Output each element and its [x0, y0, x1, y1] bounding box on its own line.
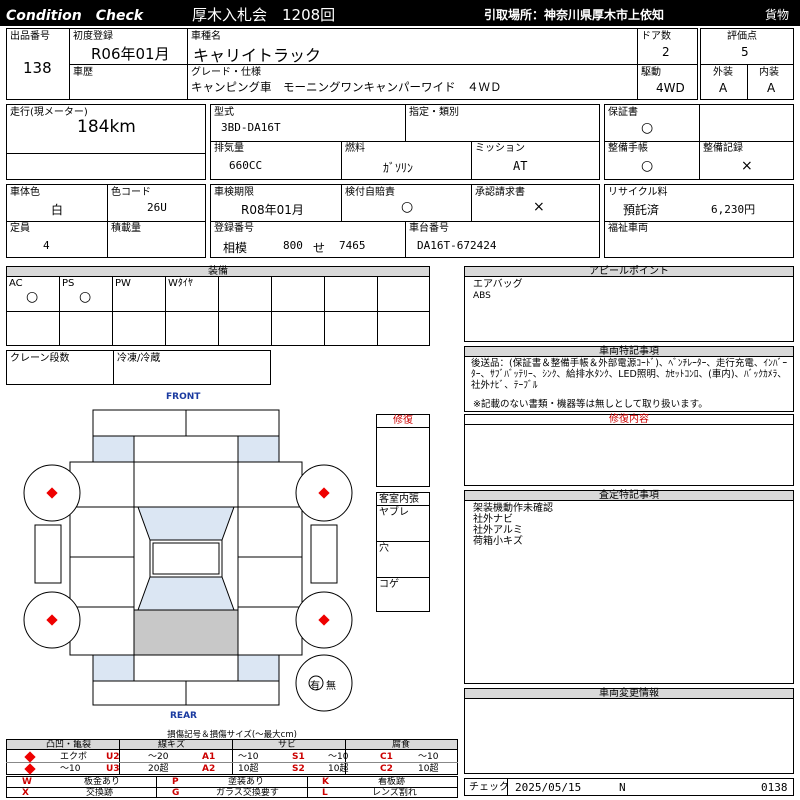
legend-g-text: ガラス交換要す: [216, 788, 279, 798]
legend-k-text: 看板跡: [378, 777, 406, 787]
changes-box: [464, 698, 794, 774]
recycle-label: リサイクル料: [608, 187, 668, 198]
legend-x-text: 交換跡: [86, 788, 114, 798]
legend-c2: C2: [380, 764, 393, 774]
doors-label: ドア数: [641, 31, 671, 42]
legend-group-dent: 凸凹・亀裂: [46, 740, 92, 750]
legend-title: 損傷記号＆損傷サイズ(〜最大cm): [167, 730, 297, 740]
legend-s2: S2: [292, 764, 305, 774]
recycle-box: リサイクル料 預託済 6,230円 福祉車両: [604, 184, 794, 258]
remarks-note: ※記載のない書類・機器等は無しとして取り扱います。: [473, 399, 708, 410]
legend-u2-size: 〜20: [148, 752, 169, 762]
legend-c2-size: 10超: [418, 764, 439, 774]
transmission-label: ミッション: [475, 143, 525, 154]
legend-s2-size: 10超: [328, 764, 349, 774]
score-box: 評価点 5 外装 A 内装 A: [700, 28, 794, 100]
damage-legend: 損傷記号＆損傷サイズ(〜最大cm) 凸凹・亀裂 線キズ サビ 腐食 エクボ U2…: [6, 728, 458, 798]
service-label: 整備記録: [703, 143, 743, 154]
legend-s1: S1: [292, 752, 305, 762]
spare-present: 有: [310, 681, 320, 692]
legend-l-text: レンズ割れ: [372, 788, 417, 798]
legend-g: G: [172, 788, 180, 798]
vehicle-category: 貨物: [765, 8, 790, 22]
exterior-label: 外装: [713, 67, 733, 78]
appeal-line-2: ABS: [473, 291, 491, 301]
legend-s1-size: 〜10: [328, 752, 349, 762]
interior-grade: A: [767, 81, 776, 95]
manual-label: 整備手帳: [608, 143, 648, 154]
welfare-label: 福祉車両: [608, 223, 648, 234]
drive-label: 駆動: [641, 67, 661, 78]
legend-c1: C1: [380, 752, 393, 762]
car-diagram: [23, 409, 353, 712]
legend-a2-size: 10超: [238, 764, 259, 774]
warranty-value: ○: [641, 120, 654, 136]
legend-l: L: [322, 788, 328, 798]
interior-label: 内装: [759, 67, 779, 78]
legend-w: W: [22, 777, 32, 787]
legend-a1-size: 〜10: [238, 752, 259, 762]
remarks-box: 後送品：(保証書＆整備手帳＆外部電源ｺｰﾄﾞ)、ﾍﾞﾝﾁﾚｰﾀｰ、走行充電、ｲﾝ…: [464, 356, 794, 412]
legend-k: K: [322, 777, 329, 787]
exterior-grade: A: [719, 81, 728, 95]
legend-c1-size: 〜10: [418, 752, 439, 762]
legend-dimple: エクボ: [60, 752, 88, 762]
legend-u1-size: 〜10: [60, 764, 81, 774]
legend-p-text: 塗装あり: [228, 777, 265, 787]
assessment-line-4: 荷箱小キズ: [473, 536, 523, 547]
legend-w-text: 板金あり: [84, 777, 121, 787]
appeal-line-1: エアバッグ: [473, 279, 523, 290]
check-footer: チェック 2025/05/15 N 0138: [464, 778, 794, 796]
legend-u3-size: 20超: [148, 764, 169, 774]
legend-p: P: [172, 777, 179, 787]
drive-value: 4WD: [656, 81, 685, 95]
assessment-line-3: 社外アルミ: [473, 525, 523, 536]
assessment-line-2: 社外ナビ: [473, 514, 513, 525]
legend-group-scratch: 線キズ: [158, 740, 186, 750]
legend-a2: A2: [202, 764, 216, 774]
transmission-value: AT: [513, 159, 528, 173]
transfer-label: 承認請求書: [475, 187, 525, 198]
doors-drive-box: ドア数 2 駆動 4WD: [637, 28, 698, 100]
assessment-box: 架装機動作未確認 社外ナビ 社外アルミ 荷箱小キズ: [464, 500, 794, 684]
score-value: 5: [741, 45, 749, 59]
legend-u2: U2: [106, 752, 120, 762]
legend-group-rust: サビ: [278, 740, 297, 750]
warranty-label: 保証書: [608, 107, 638, 118]
check-mark: N: [619, 781, 626, 794]
remarks-text: 後送品：(保証書＆整備手帳＆外部電源ｺｰﾄﾞ)、ﾍﾞﾝﾁﾚｰﾀｰ、走行充電、ｲﾝ…: [471, 358, 788, 391]
recycle-status: 預託済: [623, 203, 660, 217]
legend-group-corrosion: 腐食: [392, 740, 411, 750]
doors-value: 2: [662, 45, 670, 59]
transfer-value: ×: [533, 199, 545, 215]
legend-a1: A1: [202, 752, 216, 762]
pickup-location: 引取場所：神奈川県厚木市上依知: [484, 8, 665, 22]
recycle-amount: 6,230円: [711, 203, 756, 216]
appeal-box: エアバッグ ABS: [464, 276, 794, 342]
service-value: ×: [741, 158, 753, 174]
legend-x: X: [22, 788, 29, 798]
check-label: チェック: [469, 782, 509, 793]
check-date: 2025/05/15: [515, 781, 582, 794]
assessment-line-1: 架装機動作未確認: [473, 503, 553, 514]
spare-absent: 無: [326, 681, 336, 692]
warranty-box: 保証書 ○ 整備手帳 ○ 整備記録 ×: [604, 104, 794, 180]
score-label: 評価点: [727, 31, 757, 42]
legend-u3: U3: [106, 764, 120, 774]
manual-value: ○: [641, 158, 654, 174]
check-number: 0138: [761, 781, 788, 794]
repair-content-box: [464, 424, 794, 486]
